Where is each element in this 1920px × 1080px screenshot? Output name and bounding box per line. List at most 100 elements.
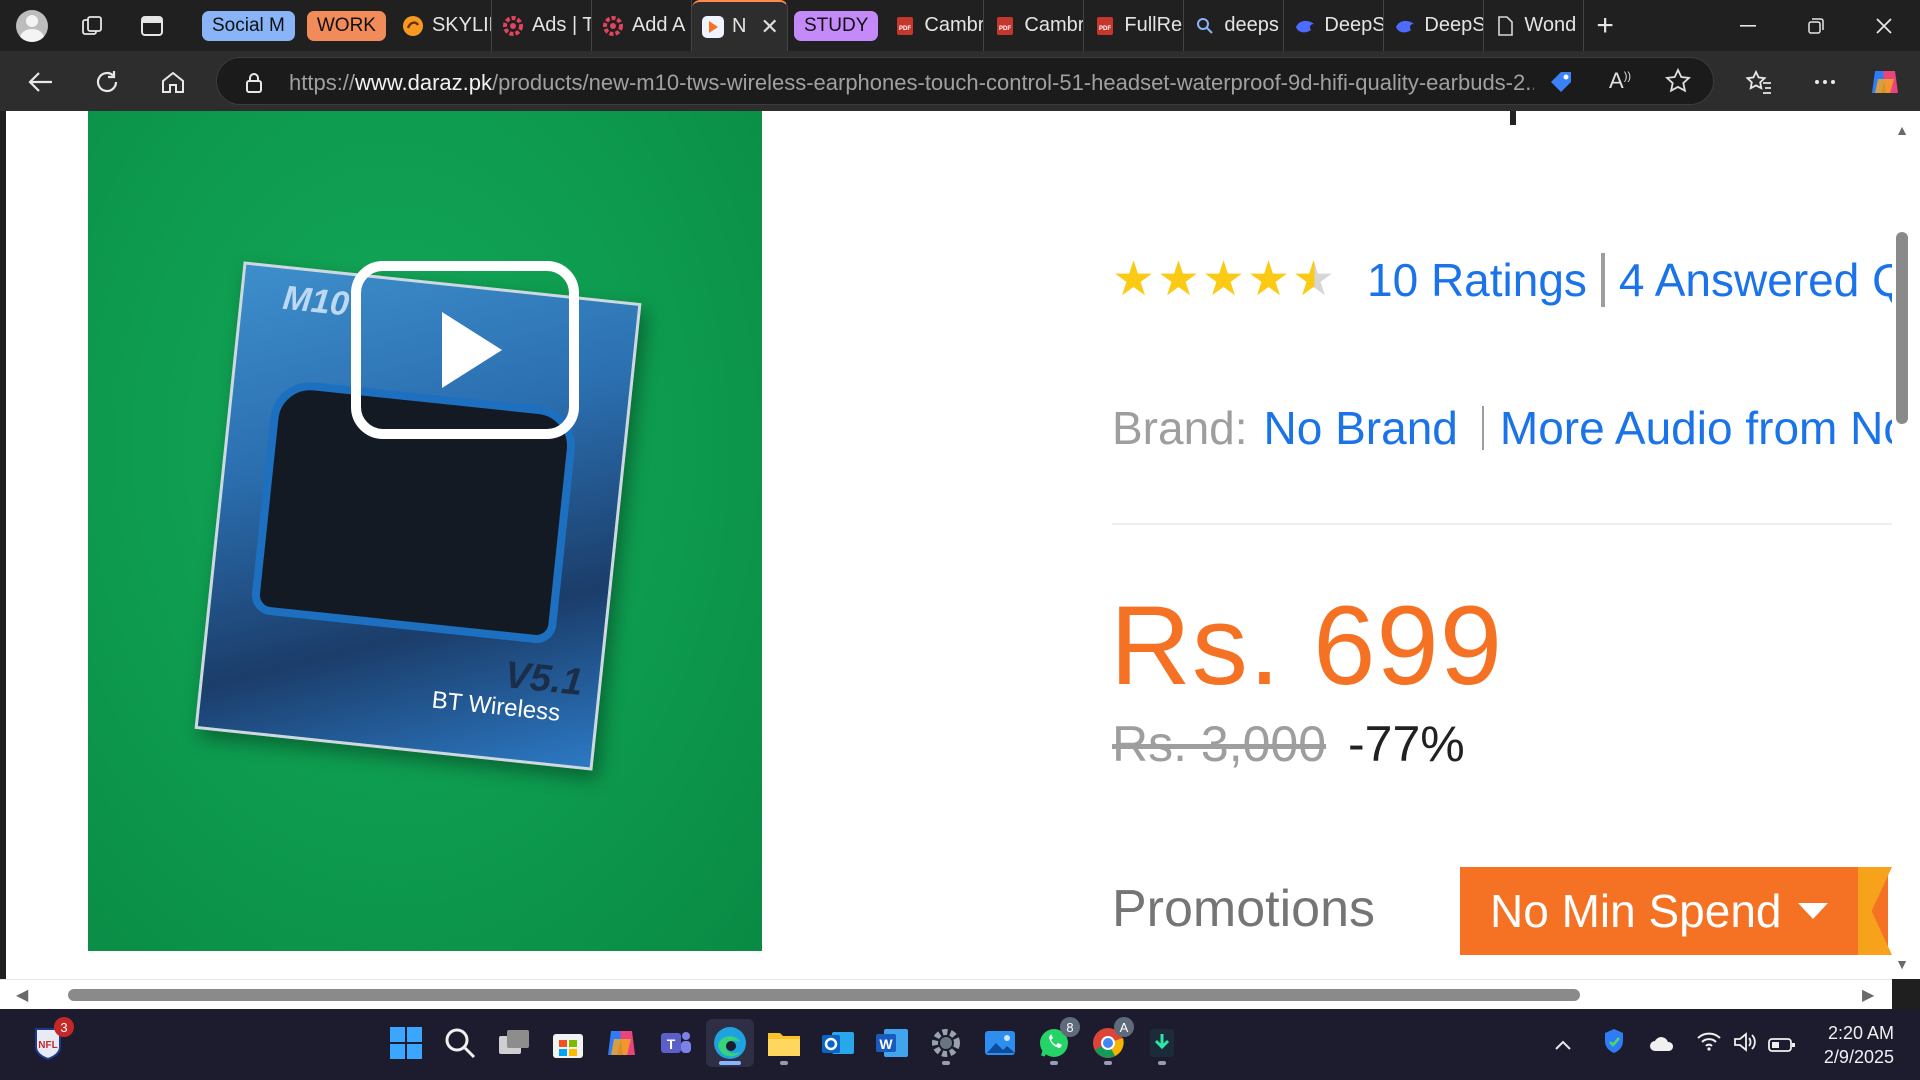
address-bar[interactable]: https://www.daraz.pk/products/new-m10-tw…: [216, 57, 1714, 105]
browser-tab[interactable]: PDF Cambr: [884, 0, 985, 51]
original-price: Rs. 3,000: [1112, 716, 1327, 772]
star-half-icon: ★: [1292, 253, 1336, 306]
app-download-icon[interactable]: [1138, 1019, 1186, 1067]
scroll-right-arrow-icon[interactable]: ▶: [1862, 985, 1874, 1005]
brand-label: Brand:: [1112, 402, 1248, 454]
pdf-favicon-icon: PDF: [894, 15, 916, 37]
home-icon[interactable]: [154, 63, 192, 101]
brand-link[interactable]: No Brand: [1264, 401, 1458, 455]
copilot-app-icon[interactable]: [598, 1019, 646, 1067]
tab-group-chip[interactable]: STUDY: [793, 10, 879, 41]
rating-stars[interactable]: ★ ★ ★ ★ ★: [1112, 256, 1337, 304]
pdf-favicon-icon: PDF: [1094, 15, 1116, 37]
coupon-tag-icon[interactable]: [1547, 68, 1575, 101]
profile-avatar-icon[interactable]: [14, 8, 50, 44]
horizontal-scroll-thumb[interactable]: [68, 989, 1580, 1001]
edge-browser-icon[interactable]: [706, 1019, 754, 1067]
nfl-badge: 3: [54, 1017, 74, 1037]
chrome-icon[interactable]: A: [1084, 1017, 1134, 1067]
play-video-icon[interactable]: [351, 261, 579, 439]
tab-title: Add A: [631, 14, 686, 36]
scroll-left-arrow-icon[interactable]: ◀: [16, 985, 28, 1005]
close-tab-icon[interactable]: ✕: [761, 14, 779, 40]
promotion-tag-dropdown[interactable]: No Min Spend: [1460, 867, 1892, 955]
close-window-icon[interactable]: [1856, 8, 1912, 44]
browser-tab[interactable]: Wond: [1484, 0, 1585, 51]
product-video-thumbnail[interactable]: M10 V5.1 BT Wireless: [88, 111, 762, 951]
search-icon[interactable]: [436, 1019, 484, 1067]
daraz-favicon-icon: [701, 15, 724, 38]
tab-title: N: [731, 15, 747, 37]
browser-tab[interactable]: deeps: [1184, 0, 1285, 51]
microsoft-store-icon[interactable]: [544, 1019, 592, 1067]
restore-icon[interactable]: [1788, 8, 1844, 44]
horizontal-scrollbar[interactable]: ◀ ▶: [0, 979, 1892, 1009]
security-shield-icon[interactable]: [1602, 1027, 1626, 1061]
windows-start-icon[interactable]: [382, 1019, 430, 1067]
photos-icon[interactable]: [976, 1019, 1024, 1067]
favorite-star-icon[interactable]: [1664, 67, 1692, 99]
copilot-icon[interactable]: [1866, 63, 1904, 101]
active-tab[interactable]: N ✕: [691, 0, 788, 51]
vertical-tabs-icon[interactable]: [134, 8, 170, 44]
scroll-up-arrow-icon[interactable]: ▲: [1894, 122, 1910, 138]
tag-notch-decoration: [1858, 867, 1892, 955]
svg-text:PDF: PDF: [899, 26, 911, 32]
tab-title: DeepS: [1424, 14, 1485, 36]
onedrive-cloud-icon[interactable]: [1648, 1033, 1676, 1059]
tab-title: DeepS: [1324, 14, 1385, 36]
whatsapp-icon[interactable]: 8: [1030, 1017, 1080, 1067]
windows-taskbar: NFL 3 T W 8 A 2:20 AM 2/9/2025: [0, 1009, 1920, 1080]
teams-icon[interactable]: T: [652, 1019, 700, 1067]
deepseek-favicon-icon: [1294, 15, 1316, 37]
ratings-count-link[interactable]: 10 Ratings: [1367, 253, 1587, 307]
svg-text:NFL: NFL: [38, 1040, 57, 1051]
search-favicon-icon: [1194, 15, 1216, 37]
wifi-icon[interactable]: [1696, 1031, 1722, 1057]
settings-gear-icon[interactable]: [922, 1019, 970, 1067]
svg-text:PDF: PDF: [1099, 26, 1111, 32]
more-menu-icon[interactable]: [1806, 63, 1844, 101]
word-icon[interactable]: W: [868, 1019, 916, 1067]
title-overflow-fragment: [1510, 111, 1516, 125]
browser-tab[interactable]: Ads | T: [492, 0, 592, 51]
scroll-down-arrow-icon[interactable]: ▼: [1894, 956, 1910, 972]
box-brand-text: M10: [281, 278, 351, 324]
browser-tab[interactable]: Add A: [592, 0, 692, 51]
chrome-profile-badge: A: [1114, 1017, 1134, 1037]
nfl-widget-icon[interactable]: NFL 3: [24, 1017, 74, 1067]
browser-tab-strip: Social MWORKSKYLINAds | TAdd AN✕STUDYPDF…: [0, 0, 1920, 51]
new-tab-icon[interactable]: +: [1596, 9, 1614, 43]
browser-tab[interactable]: PDF FullRe: [1084, 0, 1185, 51]
workspaces-icon[interactable]: [74, 8, 110, 44]
tab-title: SKYLIN: [431, 14, 491, 36]
battery-icon[interactable]: [1768, 1033, 1796, 1059]
browser-tab[interactable]: DeepS: [1284, 0, 1385, 51]
file-explorer-icon[interactable]: [760, 1019, 808, 1067]
browser-tab[interactable]: SKYLIN: [392, 0, 492, 51]
separator: [1481, 406, 1484, 450]
browser-tab[interactable]: DeepS: [1384, 0, 1485, 51]
chevron-up-icon[interactable]: [1554, 1031, 1572, 1057]
system-clock[interactable]: 2:20 AM 2/9/2025: [1814, 1021, 1894, 1069]
tab-group-chip[interactable]: Social M: [202, 10, 295, 41]
outlook-icon[interactable]: [814, 1019, 862, 1067]
task-view-icon[interactable]: [490, 1019, 538, 1067]
back-arrow-icon[interactable]: [22, 63, 60, 101]
red-gear-favicon-icon: [502, 15, 524, 37]
minimize-icon[interactable]: [1720, 8, 1776, 44]
tab-title: Wond: [1524, 14, 1577, 36]
tab-group-chip[interactable]: WORK: [306, 10, 386, 41]
favorites-icon[interactable]: [1740, 63, 1778, 101]
more-from-brand-link[interactable]: More Audio from No: [1500, 401, 1892, 455]
reload-icon[interactable]: [88, 63, 126, 101]
answered-questions-link[interactable]: 4 Answered Q: [1619, 253, 1892, 307]
brand-row: Brand: No Brand More Audio from No: [1112, 401, 1892, 455]
browser-tab[interactable]: PDF Cambr: [984, 0, 1085, 51]
vertical-scroll-thumb[interactable]: [1896, 232, 1908, 424]
lock-icon[interactable]: [245, 72, 263, 99]
chevron-down-icon[interactable]: [1798, 903, 1828, 919]
read-aloud-icon[interactable]: A)): [1609, 68, 1631, 94]
volume-icon[interactable]: [1732, 1031, 1758, 1059]
url-text[interactable]: https://www.daraz.pk/products/new-m10-tw…: [289, 70, 1534, 96]
